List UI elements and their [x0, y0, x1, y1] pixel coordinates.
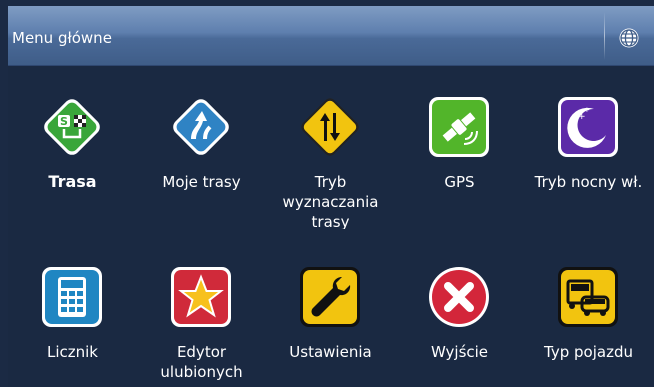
- svg-text:S: S: [60, 115, 68, 128]
- menu-item-label: Edytor ulubionych: [160, 343, 243, 381]
- star-icon: [171, 267, 231, 327]
- menu-item-night-mode[interactable]: + + Tryb nocny wł.: [524, 65, 653, 215]
- calculator-icon: [42, 267, 102, 327]
- moon-icon: + +: [558, 97, 618, 157]
- wrench-icon: [300, 267, 360, 327]
- menu-item-label: Tryb nocny wł.: [534, 173, 643, 191]
- svg-text:+: +: [584, 106, 590, 114]
- satellite-icon: [429, 97, 489, 157]
- route-mode-sign-icon: [301, 98, 359, 156]
- menu-item-route[interactable]: S Trasa: [8, 65, 137, 215]
- menu-item-label: Licznik: [46, 343, 98, 361]
- menu-item-label: Trasa: [48, 172, 97, 191]
- title-bar: Menu główne: [8, 6, 654, 66]
- menu-item-my-routes[interactable]: Moje trasy: [137, 65, 266, 215]
- menu-item-label: Tryb wyznaczania trasy: [282, 173, 379, 229]
- route-sign-icon: S: [44, 99, 100, 155]
- menu-item-counter[interactable]: Licznik: [8, 235, 137, 385]
- menu-item-gps[interactable]: GPS: [395, 65, 524, 215]
- menu-item-label: Typ pojazdu: [544, 343, 633, 361]
- my-routes-icon: [173, 99, 229, 155]
- vehicle-type-icon: [558, 267, 618, 327]
- menu-item-label: Wyjście: [430, 343, 489, 361]
- menu-item-exit[interactable]: Wyjście: [395, 235, 524, 385]
- menu-grid: S Trasa Moje trasy Tryb wyznaczania tras…: [8, 65, 654, 387]
- header-divider: [604, 12, 605, 60]
- menu-item-favorites-editor[interactable]: Edytor ulubionych: [137, 235, 266, 385]
- page-title: Menu główne: [12, 29, 112, 47]
- menu-item-settings[interactable]: Ustawienia: [266, 235, 395, 385]
- main-window: Menu główne S Trasa Moje trasy Tryb wyzn…: [8, 6, 654, 387]
- menu-item-route-mode[interactable]: Tryb wyznaczania trasy: [266, 65, 395, 229]
- menu-item-label: Ustawienia: [289, 343, 372, 361]
- menu-item-label: Moje trasy: [162, 173, 241, 191]
- menu-item-label: GPS: [444, 173, 475, 191]
- menu-item-vehicle-type[interactable]: Typ pojazdu: [524, 235, 653, 385]
- globe-icon[interactable]: [618, 27, 640, 49]
- exit-icon: [429, 267, 489, 327]
